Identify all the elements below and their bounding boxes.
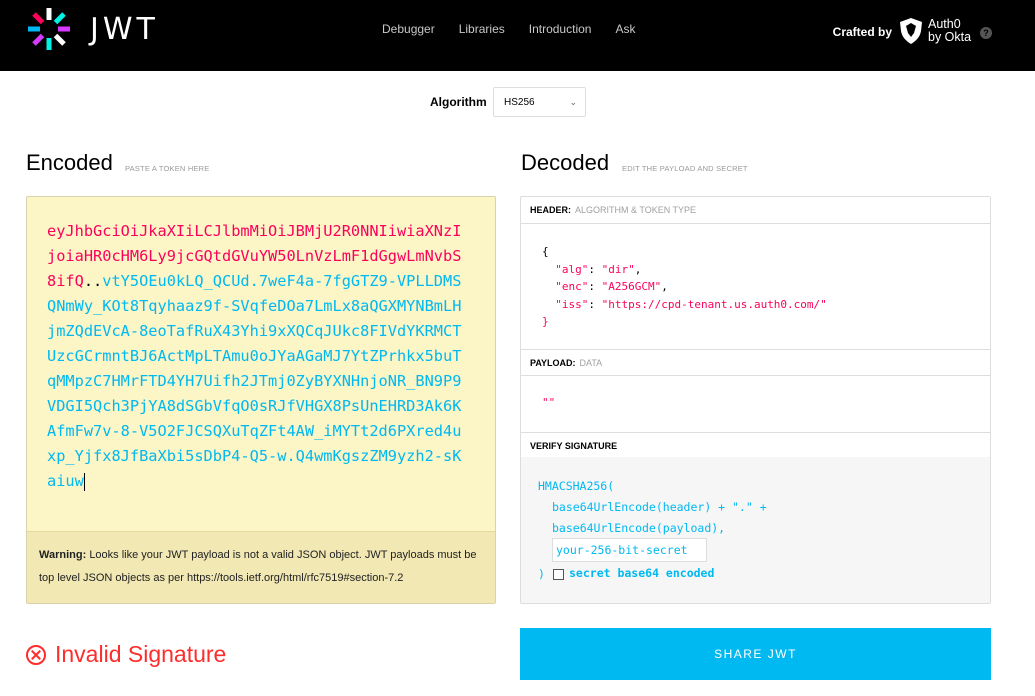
json-key-enc: "enc": [555, 280, 589, 293]
encoded-token-editor[interactable]: eyJhbGciOiJkaXIiLCJlbmMiOiJBMjU2R0NNIiwi…: [26, 196, 496, 604]
sig-line-payload: base64UrlEncode(payload),: [552, 521, 726, 535]
token-separator: ..: [83, 272, 103, 290]
crafted-by-label: Crafted by: [832, 25, 892, 39]
algorithm-select[interactable]: HS256 ⌄: [493, 87, 586, 117]
token-text[interactable]: eyJhbGciOiJkaXIiLCJlbmMiOiJBMjU2R0NNIiwi…: [47, 219, 467, 494]
encoded-subtitle: PASTE A TOKEN HERE: [125, 164, 210, 173]
share-jwt-button[interactable]: SHARE JWT: [520, 628, 991, 680]
payload-section-title: PAYLOAD: DATA: [521, 349, 990, 376]
decoded-panel: HEADER: ALGORITHM & TOKEN TYPE { "alg": "…: [520, 196, 991, 604]
secret-input[interactable]: your-256-bit-secret: [552, 538, 707, 562]
jwt-logo-icon[interactable]: [26, 6, 72, 52]
chevron-down-icon: ⌄: [569, 97, 577, 107]
auth0-logo-text[interactable]: Auth0 by Okta: [928, 18, 971, 44]
sig-line-header: base64UrlEncode(header) + "." +: [552, 500, 767, 514]
json-value-alg: "dir": [601, 262, 635, 276]
token-payload-part: vtY5OEu0kLQ_QCUd.7weF4a-7fgGTZ9-VPLLDMSQ…: [47, 272, 462, 490]
verify-label: VERIFY SIGNATURE: [530, 441, 618, 451]
invalid-signature-text: Invalid Signature: [55, 641, 227, 667]
decoded-subtitle: EDIT THE PAYLOAD AND SECRET: [622, 164, 748, 173]
signature-status: Invalid Signature: [26, 641, 226, 668]
header-label: HEADER:: [530, 205, 572, 215]
text-cursor: [83, 472, 85, 491]
json-key-iss: "iss": [555, 297, 589, 311]
json-key-alg: "alg": [555, 262, 589, 276]
decoded-title: Decoded: [521, 150, 610, 175]
algorithm-label: Algorithm: [430, 95, 487, 109]
auth0-shield-icon[interactable]: [899, 17, 923, 45]
sig-close-paren: ): [538, 567, 545, 581]
verify-signature-title: VERIFY SIGNATURE: [521, 432, 990, 459]
nav-link-introduction[interactable]: Introduction: [529, 22, 592, 36]
json-open-brace: {: [542, 245, 549, 258]
warning-label: Warning:: [39, 549, 87, 561]
main-nav: Debugger Libraries Introduction Ask: [382, 22, 659, 36]
algorithm-selected-value: HS256: [504, 97, 535, 108]
payload-sublabel: DATA: [579, 358, 603, 368]
warning-message: Warning: Looks like your JWT payload is …: [27, 531, 495, 603]
help-icon[interactable]: ?: [980, 27, 992, 39]
top-navbar: JWT Debugger Libraries Introduction Ask …: [0, 0, 1035, 71]
invalid-x-icon: [26, 644, 46, 665]
nav-link-debugger[interactable]: Debugger: [382, 22, 435, 36]
secret-base64-checkbox[interactable]: [553, 569, 564, 580]
sig-function: HMACSHA256(: [538, 479, 615, 493]
header-json-editor[interactable]: { "alg": "dir", "enc": "A256GCM", "iss":…: [542, 243, 827, 331]
json-value-iss: "https://cpd-tenant.us.auth0.com/": [601, 297, 827, 311]
header-section-title: HEADER: ALGORITHM & TOKEN TYPE: [521, 197, 990, 224]
header-sublabel: ALGORITHM & TOKEN TYPE: [575, 205, 697, 215]
warning-text: Looks like your JWT payload is not a val…: [39, 549, 477, 584]
payload-value: "": [542, 396, 556, 409]
payload-json-editor[interactable]: "": [542, 394, 555, 412]
signature-area: HMACSHA256( base64UrlEncode(header) + ".…: [521, 457, 990, 603]
json-value-enc: "A256GCM": [601, 280, 662, 293]
brand-text[interactable]: JWT: [90, 12, 159, 47]
json-close-brace: }: [542, 315, 549, 328]
nav-link-libraries[interactable]: Libraries: [459, 22, 505, 36]
auth0-line2: by Okta: [928, 30, 972, 44]
payload-label: PAYLOAD:: [530, 358, 576, 368]
encoded-title: Encoded: [26, 150, 113, 175]
nav-link-ask[interactable]: Ask: [615, 22, 635, 36]
secret-base64-label[interactable]: secret base64 encoded: [569, 566, 714, 580]
